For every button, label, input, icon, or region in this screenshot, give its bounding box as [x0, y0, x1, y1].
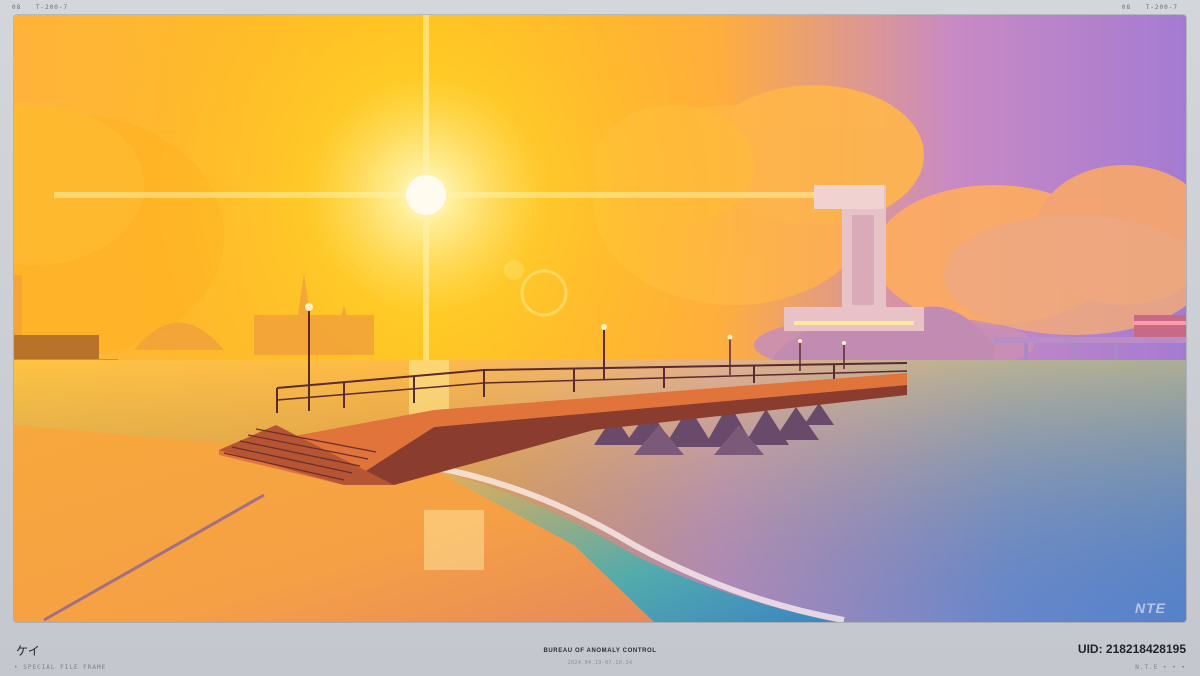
top-right-code-b: T-200-7: [1145, 4, 1178, 11]
sun: [406, 175, 446, 215]
game-logo-watermark: NTE: [1135, 600, 1166, 616]
lens-flare-small: [504, 260, 524, 280]
top-right-code: 08 T-200-7: [1122, 4, 1188, 11]
date-range: 2024.04.19-07.10.24: [567, 660, 633, 666]
top-left-code-b: T-200-7: [35, 4, 69, 11]
player-uid: UID: 218218428195: [1077, 642, 1186, 656]
sunset-pier-scene: [14, 15, 1186, 622]
game-scene-viewport: NTE: [14, 15, 1186, 622]
top-left-code-a: 08: [12, 4, 22, 11]
top-right-code-a: 08: [1121, 4, 1132, 11]
sand-reflection: [424, 510, 484, 570]
corner-tag: N.T.E • • •: [1135, 664, 1186, 671]
photo-frame: 08 T-200-7 08 T-200-7 NTE ケイ • SPECIAL F…: [0, 0, 1200, 676]
top-left-code: 08 T-200-7: [12, 4, 78, 11]
organization-block: BUREAU OF ANOMALY CONTROL 2024.04.19-07.…: [0, 648, 1200, 666]
organization-name: BUREAU OF ANOMALY CONTROL: [543, 648, 657, 654]
